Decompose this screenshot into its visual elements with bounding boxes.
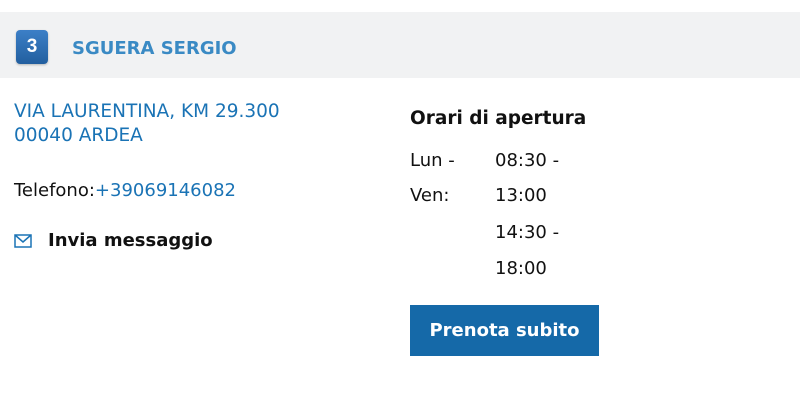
mail-icon — [14, 232, 32, 253]
hours-time-1: 08:30 - — [495, 150, 560, 171]
address-line-2: 00040 ARDEA — [14, 125, 143, 146]
hours-day-line-1: Lun - — [410, 150, 455, 171]
send-message-link[interactable]: Invia messaggio — [14, 228, 213, 253]
book-now-button[interactable]: Prenota subito — [410, 305, 599, 356]
address: VIA LAURENTINA, KM 29.300 00040 ARDEA — [14, 100, 280, 148]
hours-time-4: 18:00 — [495, 258, 547, 279]
phone-link[interactable]: +39069146082 — [95, 180, 236, 201]
hours-time-3: 14:30 - — [495, 222, 560, 243]
listing-name[interactable]: SGUERA SERGIO — [72, 38, 237, 59]
send-message-label[interactable]: Invia messaggio — [48, 230, 213, 251]
listing-number-badge: 3 — [16, 30, 48, 64]
hours-day-line-2: Ven: — [410, 185, 450, 206]
phone-row: Telefono:+39069146082 — [14, 180, 236, 201]
address-line-1: VIA LAURENTINA, KM 29.300 — [14, 101, 280, 122]
opening-hours-title: Orari di apertura — [410, 108, 587, 129]
hours-time-2: 13:00 — [495, 185, 547, 206]
phone-label: Telefono: — [14, 180, 95, 201]
